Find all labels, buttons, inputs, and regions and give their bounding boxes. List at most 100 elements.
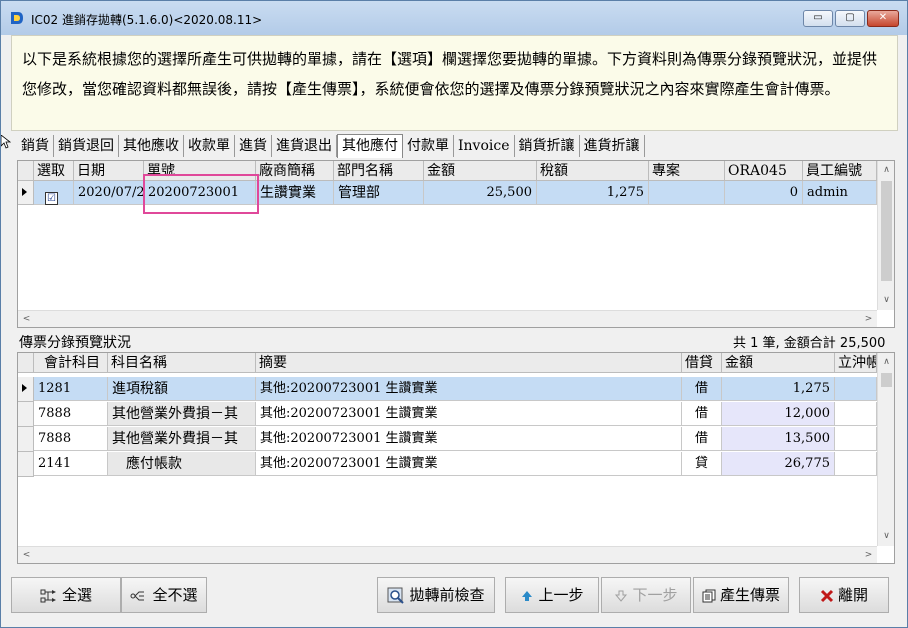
- instruction-panel: 以下是系統根據您的選擇所產生可供拋轉的單據，請在【選項】欄選擇您要拋轉的單據。下…: [11, 35, 898, 131]
- tab-sales-return[interactable]: 銷貨退回: [54, 135, 119, 157]
- scroll-thumb[interactable]: [881, 373, 892, 387]
- col-project[interactable]: 專案: [649, 161, 725, 181]
- entry-grid-hscrollbar[interactable]: < >: [18, 546, 877, 563]
- tax-cell: 1,275: [537, 181, 649, 205]
- app-logo-icon: [11, 12, 23, 24]
- ora045-cell: 0: [725, 181, 803, 205]
- next-step-button[interactable]: 下一步: [601, 577, 691, 613]
- vendor-cell: 生讚實業: [256, 181, 334, 205]
- scroll-left-icon[interactable]: <: [18, 550, 35, 560]
- instruction-text: 以下是系統根據您的選擇所產生可供拋轉的單據，請在【選項】欄選擇您要拋轉的單據。下…: [22, 50, 878, 98]
- account-cell: 2141: [34, 452, 108, 476]
- title-bar[interactable]: IC02 進銷存拋轉(5.1.6.0)<2020.08.11> ▭ ▢ ✕: [1, 1, 907, 35]
- entry-grid: 會計科目 科目名稱 摘要 借貸 金額 立沖帳 1281 進項稅額 其他:2020…: [17, 352, 895, 564]
- account-cell: 1281: [34, 377, 108, 401]
- preview-label: 傳票分錄預覽狀況: [19, 335, 131, 351]
- minimize-icon: ▭: [813, 12, 823, 23]
- col-dept[interactable]: 部門名稱: [334, 161, 424, 181]
- tab-other-payable[interactable]: 其他應付: [337, 134, 403, 158]
- col-offset[interactable]: 立沖帳: [835, 353, 877, 373]
- module-tabs: 銷貨 銷貨退回 其他應收 收款單 進貨 進貨退出 其他應付 付款單 Invoic…: [17, 134, 645, 158]
- maximize-button[interactable]: ▢: [835, 10, 865, 27]
- tab-purchase[interactable]: 進貨: [235, 135, 272, 157]
- precheck-label: 拋轉前檢查: [409, 586, 485, 604]
- col-account[interactable]: 會計科目: [34, 353, 108, 373]
- col-entry-amount[interactable]: 金額: [722, 353, 835, 373]
- select-all-button[interactable]: 全選: [11, 577, 121, 613]
- select-none-icon: [130, 591, 145, 600]
- tab-sales[interactable]: 銷貨: [17, 135, 54, 157]
- current-row-icon: [22, 384, 27, 392]
- dc-cell: 借: [682, 427, 722, 451]
- tab-purchase-return[interactable]: 進貨退出: [272, 135, 337, 157]
- exit-label: 離開: [837, 586, 868, 604]
- col-debit-credit[interactable]: 借貸: [682, 353, 722, 373]
- tab-other-receivable[interactable]: 其他應收: [119, 135, 184, 157]
- arrow-up-icon: [522, 590, 533, 601]
- tab-invoice[interactable]: Invoice: [454, 135, 515, 157]
- col-date[interactable]: 日期: [74, 161, 144, 181]
- col-amount[interactable]: 金額: [424, 161, 537, 181]
- tab-receipt[interactable]: 收款單: [184, 135, 235, 157]
- col-vendor[interactable]: 廠商簡稱: [256, 161, 334, 181]
- close-icon: ✕: [878, 12, 888, 23]
- scroll-left-icon[interactable]: <: [18, 314, 35, 324]
- doc-grid-vscrollbar[interactable]: ∧ ∨: [877, 161, 894, 310]
- scroll-thumb[interactable]: [881, 181, 892, 281]
- doc-grid-hscrollbar[interactable]: < >: [18, 310, 877, 327]
- dc-cell: 借: [682, 402, 722, 426]
- entry-amount-cell: 13,500: [722, 427, 835, 451]
- offset-cell: [835, 377, 877, 401]
- scroll-down-icon[interactable]: ∨: [878, 531, 894, 541]
- col-employee[interactable]: 員工編號: [803, 161, 877, 181]
- tab-purchase-discount[interactable]: 進貨折讓: [579, 135, 645, 157]
- row-indicator: [18, 427, 34, 452]
- col-ora045[interactable]: ORA045: [725, 161, 803, 181]
- memo-cell: 其他:20200723001 生讚實業: [256, 427, 682, 451]
- project-cell: [649, 181, 725, 205]
- scroll-up-icon[interactable]: ∧: [878, 165, 894, 175]
- row-indicator: [18, 452, 34, 477]
- documents-icon: [702, 589, 716, 602]
- col-select[interactable]: 選取: [34, 161, 74, 181]
- prev-step-button[interactable]: 上一步: [505, 577, 599, 613]
- date-cell: 2020/07/23: [74, 181, 144, 205]
- select-none-button[interactable]: 全不選: [121, 577, 207, 613]
- exit-button[interactable]: 離開: [799, 577, 889, 613]
- scroll-up-icon[interactable]: ∧: [878, 357, 894, 367]
- dept-cell: 管理部: [334, 181, 424, 205]
- row-header-corner: [18, 353, 34, 373]
- entry-grid-vscrollbar[interactable]: ∧ ∨: [877, 353, 894, 546]
- tab-sales-discount[interactable]: 銷貨折讓: [514, 135, 580, 157]
- precheck-button[interactable]: 拋轉前檢查: [377, 577, 495, 613]
- select-checkbox[interactable]: ☑: [45, 192, 58, 205]
- select-all-icon: [40, 589, 56, 602]
- memo-cell: 其他:20200723001 生讚實業: [256, 452, 682, 476]
- entry-amount-cell: 1,275: [722, 377, 835, 401]
- account-name-cell: 其他營業外費損－其: [108, 427, 256, 451]
- prev-step-label: 上一步: [538, 586, 584, 604]
- minimize-button[interactable]: ▭: [803, 10, 833, 27]
- window-title: IC02 進銷存拋轉(5.1.6.0)<2020.08.11>: [31, 13, 263, 27]
- offset-cell: [835, 427, 877, 451]
- col-account-name[interactable]: 科目名稱: [108, 353, 256, 373]
- col-tax[interactable]: 稅額: [537, 161, 649, 181]
- tab-payment[interactable]: 付款單: [403, 135, 454, 157]
- app-window: IC02 進銷存拋轉(5.1.6.0)<2020.08.11> ▭ ▢ ✕ 以下…: [0, 0, 908, 628]
- close-button[interactable]: ✕: [867, 10, 899, 27]
- generate-voucher-button[interactable]: 產生傳票: [693, 577, 789, 613]
- row-header-corner: [18, 161, 34, 181]
- memo-cell: 其他:20200723001 生讚實業: [256, 402, 682, 426]
- scroll-down-icon[interactable]: ∨: [878, 295, 894, 305]
- arrow-down-icon: [615, 590, 628, 602]
- scroll-right-icon[interactable]: >: [860, 550, 877, 560]
- scroll-right-icon[interactable]: >: [860, 314, 877, 324]
- preview-summary: 共 1 筆, 金額合計 25,500: [733, 336, 886, 351]
- generate-voucher-label: 產生傳票: [719, 586, 780, 604]
- row-indicator: [18, 402, 34, 427]
- select-none-label: 全不選: [152, 586, 198, 604]
- close-x-icon: [820, 589, 834, 602]
- employee-cell: admin: [803, 181, 877, 205]
- amount-cell: 25,500: [424, 181, 537, 205]
- col-memo[interactable]: 摘要: [256, 353, 682, 373]
